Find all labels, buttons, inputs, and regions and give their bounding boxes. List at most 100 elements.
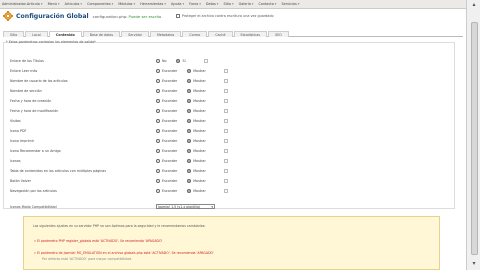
radio-option-1[interactable] [156,58,160,63]
info-icon[interactable] [223,168,228,173]
menu-item-servicios[interactable]: Servicios▾ [281,2,299,6]
setting-label: Iconos [10,158,21,163]
config-file-name: configuration.php: [92,13,128,19]
radio-option-2[interactable] [187,168,192,173]
protect-checkbox[interactable] [176,14,180,18]
radio-option-2[interactable] [187,158,192,163]
radio-option-1[interactable] [156,78,160,83]
radio-option-2-label: Mostrar [193,78,206,83]
radio-option-1[interactable] [156,98,160,103]
scroll-up-arrow-icon[interactable]: ▴ [470,1,478,9]
menu-item-articulos[interactable]: Articulos▾ [65,2,82,6]
setting-row: Botón Volver Esconder Mostrar [10,177,450,184]
info-icon[interactable] [223,98,228,103]
radio-option-2[interactable] [187,148,192,153]
radio-option-2[interactable] [187,188,192,193]
radio-option-1[interactable] [156,178,160,183]
setting-options: Esconder Mostrar [156,88,228,93]
radio-option-2[interactable] [187,98,192,103]
info-icon[interactable] [223,128,228,133]
tab-seo[interactable]: SEO [268,31,289,37]
setting-row: Nombre de usuario de los artículos Escond… [10,77,450,84]
radio-option-2-label: Mostrar [193,68,206,73]
protect-option[interactable]: Proteger el archivo contra escritura una… [176,14,274,18]
radio-option-1-label: Esconder [162,98,178,103]
tab-metadatos[interactable]: Metadatos [149,31,182,37]
menu-item-sitio[interactable]: Sitio▾ [223,2,233,6]
radio-option-2[interactable] [187,88,192,93]
radio-option-2[interactable] [187,118,192,123]
radio-option-2[interactable] [187,138,192,143]
radio-option-1[interactable] [156,148,160,153]
radio-option-2[interactable] [187,68,192,73]
radio-option-2[interactable] [187,108,192,113]
radio-option-1[interactable] [156,108,160,113]
setting-row: Enlace Leer más Esconder Mostrar [10,67,450,74]
radio-option-1-label: Esconder [162,178,178,183]
menu-item-foros[interactable]: Foros▾ [189,2,201,6]
menu-item-contacto[interactable]: Contacto▾ [259,2,277,6]
setting-options: Esconder Mostrar [156,158,228,163]
tab-contenido[interactable]: Contenido [48,31,82,37]
radio-option-2[interactable] [176,58,181,63]
setting-options: Esconder Mostrar [156,128,228,133]
radio-option-1-label: Esconder [162,78,178,83]
tab-correo[interactable]: Correo [182,31,208,37]
setting-row: Fecha y hora de creación Esconder Mostrar [10,97,450,104]
setting-label: Fecha y hora de modificación [10,108,59,113]
tab-servidor[interactable]: Servidor [121,31,149,37]
menu-item-modulos[interactable]: Módulos▾ [118,2,135,6]
radio-option-2[interactable] [187,178,192,183]
setting-label: Enlace de los Títulos [10,58,44,63]
info-icon[interactable] [223,148,228,153]
radio-option-2[interactable] [187,78,192,83]
radio-option-2-label: Mostrar [193,98,206,103]
info-icon[interactable] [223,68,228,73]
info-icon[interactable] [223,158,228,163]
radio-option-1-label: Esconder [162,88,178,93]
radio-option-2[interactable] [187,128,192,133]
menu-item-herramientas[interactable]: Herramientas▾ [140,2,166,6]
radio-option-2-label: Mostrar [193,108,206,113]
tab-estadisticas[interactable]: Estadísticas [233,31,268,37]
tab-cache[interactable]: Caché [208,31,233,37]
info-icon[interactable] [223,88,228,93]
menu-item-galeria[interactable]: Galería▾ [239,2,254,6]
info-icon[interactable] [223,118,228,123]
menu-item-componentes[interactable]: Componentes▾ [87,2,113,6]
radio-option-2-label: Sí [182,58,186,63]
radio-option-1[interactable] [156,88,160,93]
info-icon[interactable] [223,78,228,83]
info-icon[interactable] [223,178,228,183]
menu-item-menu[interactable]: Menú▾ [48,2,60,6]
security-warning-box: Los siguientes ajustes en su servidor PH… [23,216,440,270]
menu-item-ayuda[interactable]: Ayuda▾ [171,2,184,6]
radio-option-1[interactable] [156,188,160,193]
radio-option-1[interactable] [156,68,160,73]
radio-option-1[interactable] [156,168,160,173]
vertical-scrollbar[interactable]: ▴ ▾ [466,0,480,270]
tab-base-de-datos[interactable]: Base de datos [82,31,121,37]
compat-mode-select[interactable]: Joomla! 1.5 (v1.x plantilla) ▾ [156,204,215,209]
tab-sitio[interactable]: Sitio [3,31,25,37]
radio-option-2-label: Mostrar [193,178,206,183]
radio-option-1[interactable] [156,138,160,143]
radio-option-1[interactable] [156,118,160,123]
scroll-down-arrow-icon[interactable]: ▾ [470,260,478,268]
tab-local[interactable]: Local [25,31,48,37]
info-icon[interactable] [223,138,228,143]
info-icon[interactable] [223,188,228,193]
radio-option-1[interactable] [156,158,160,163]
setting-options: Esconder Mostrar [156,178,228,183]
warning-rg-note: Por defecto está 'ACTIVADO' para mayor c… [42,257,133,261]
radio-option-1[interactable] [156,128,160,133]
setting-options: Esconder Mostrar [156,118,228,123]
warning-rg-emulation: » El parámetro de Joomla! RG_EMULATION e… [34,251,214,255]
radio-option-1-label: No [162,58,167,63]
menu-item-administrador[interactable]: Administrador-Articulo▾ [2,2,43,6]
scroll-thumb[interactable] [471,22,478,255]
setting-label: Nombre de sección [10,88,42,93]
info-icon[interactable] [223,108,228,113]
menu-item-datos[interactable]: Datos▾ [206,2,219,6]
info-icon[interactable] [203,58,208,63]
